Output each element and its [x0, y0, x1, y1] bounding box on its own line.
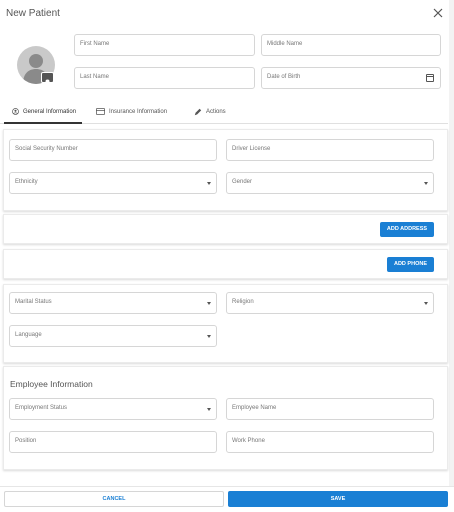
religion-placeholder: Religion [232, 299, 254, 305]
credit-card-icon [96, 108, 105, 115]
driver-license-field[interactable]: Driver License [226, 139, 434, 161]
chevron-down-icon [424, 182, 428, 185]
dialog-title: New Patient [6, 8, 60, 19]
employment-status-placeholder: Employment Status [15, 405, 68, 411]
marital-status-select[interactable]: Marital Status [9, 292, 217, 314]
tab-bar: General Information Insurance Informatio… [0, 104, 448, 124]
employment-status-select[interactable]: Employment Status [9, 398, 217, 420]
position-placeholder: Position [15, 438, 37, 444]
calendar-icon[interactable] [426, 74, 434, 82]
person-circle-icon [12, 108, 19, 115]
chevron-down-icon [207, 335, 211, 338]
tab-general-information-label: General Information [23, 108, 77, 115]
last-name-field[interactable]: Last Name [74, 67, 255, 89]
middle-name-field[interactable]: Middle Name [261, 34, 441, 56]
language-placeholder: Language [15, 332, 42, 338]
active-tab-indicator [4, 122, 82, 124]
employee-name-field[interactable]: Employee Name [226, 398, 434, 420]
date-of-birth-field[interactable]: Date of Birth [261, 67, 441, 89]
dob-placeholder: Date of Birth [267, 74, 301, 80]
religion-select[interactable]: Religion [226, 292, 434, 314]
first-name-placeholder: First Name [80, 41, 110, 47]
add-phone-button[interactable]: ADD PHONE [387, 257, 434, 272]
employee-section-title: Employee Information [10, 379, 93, 389]
chevron-down-icon [207, 302, 211, 305]
tab-actions[interactable]: Actions [194, 108, 226, 116]
ethnicity-select[interactable]: Ethnicity [9, 172, 217, 194]
chevron-down-icon [207, 182, 211, 185]
pencil-icon [194, 108, 202, 116]
ssn-field[interactable]: Social Security Number [9, 139, 217, 161]
tab-actions-label: Actions [206, 109, 226, 115]
position-field[interactable]: Position [9, 431, 217, 453]
gender-select[interactable]: Gender [226, 172, 434, 194]
cancel-button[interactable]: CANCEL [4, 491, 224, 507]
ethnicity-placeholder: Ethnicity [15, 179, 38, 185]
work-phone-placeholder: Work Phone [232, 438, 265, 444]
scrollbar[interactable] [449, 0, 454, 512]
chevron-down-icon [424, 302, 428, 305]
language-select[interactable]: Language [9, 325, 217, 347]
chevron-down-icon [207, 408, 211, 411]
save-button[interactable]: SAVE [228, 491, 448, 507]
marital-status-placeholder: Marital Status [15, 299, 52, 305]
close-icon[interactable] [432, 7, 444, 19]
work-phone-field[interactable]: Work Phone [226, 431, 434, 453]
ssn-placeholder: Social Security Number [15, 146, 78, 152]
camera-icon[interactable] [41, 72, 54, 84]
phone-section [3, 249, 448, 279]
employee-name-placeholder: Employee Name [232, 405, 277, 411]
tab-insurance-information[interactable]: Insurance Information [96, 108, 167, 115]
last-name-placeholder: Last Name [80, 74, 110, 80]
gender-placeholder: Gender [232, 179, 253, 185]
tab-insurance-information-label: Insurance Information [109, 108, 168, 115]
middle-name-placeholder: Middle Name [267, 41, 303, 47]
first-name-field[interactable]: First Name [74, 34, 255, 56]
tab-general-information[interactable]: General Information [12, 108, 76, 115]
add-address-button[interactable]: ADD ADDRESS [380, 222, 434, 237]
driver-license-placeholder: Driver License [232, 146, 271, 152]
